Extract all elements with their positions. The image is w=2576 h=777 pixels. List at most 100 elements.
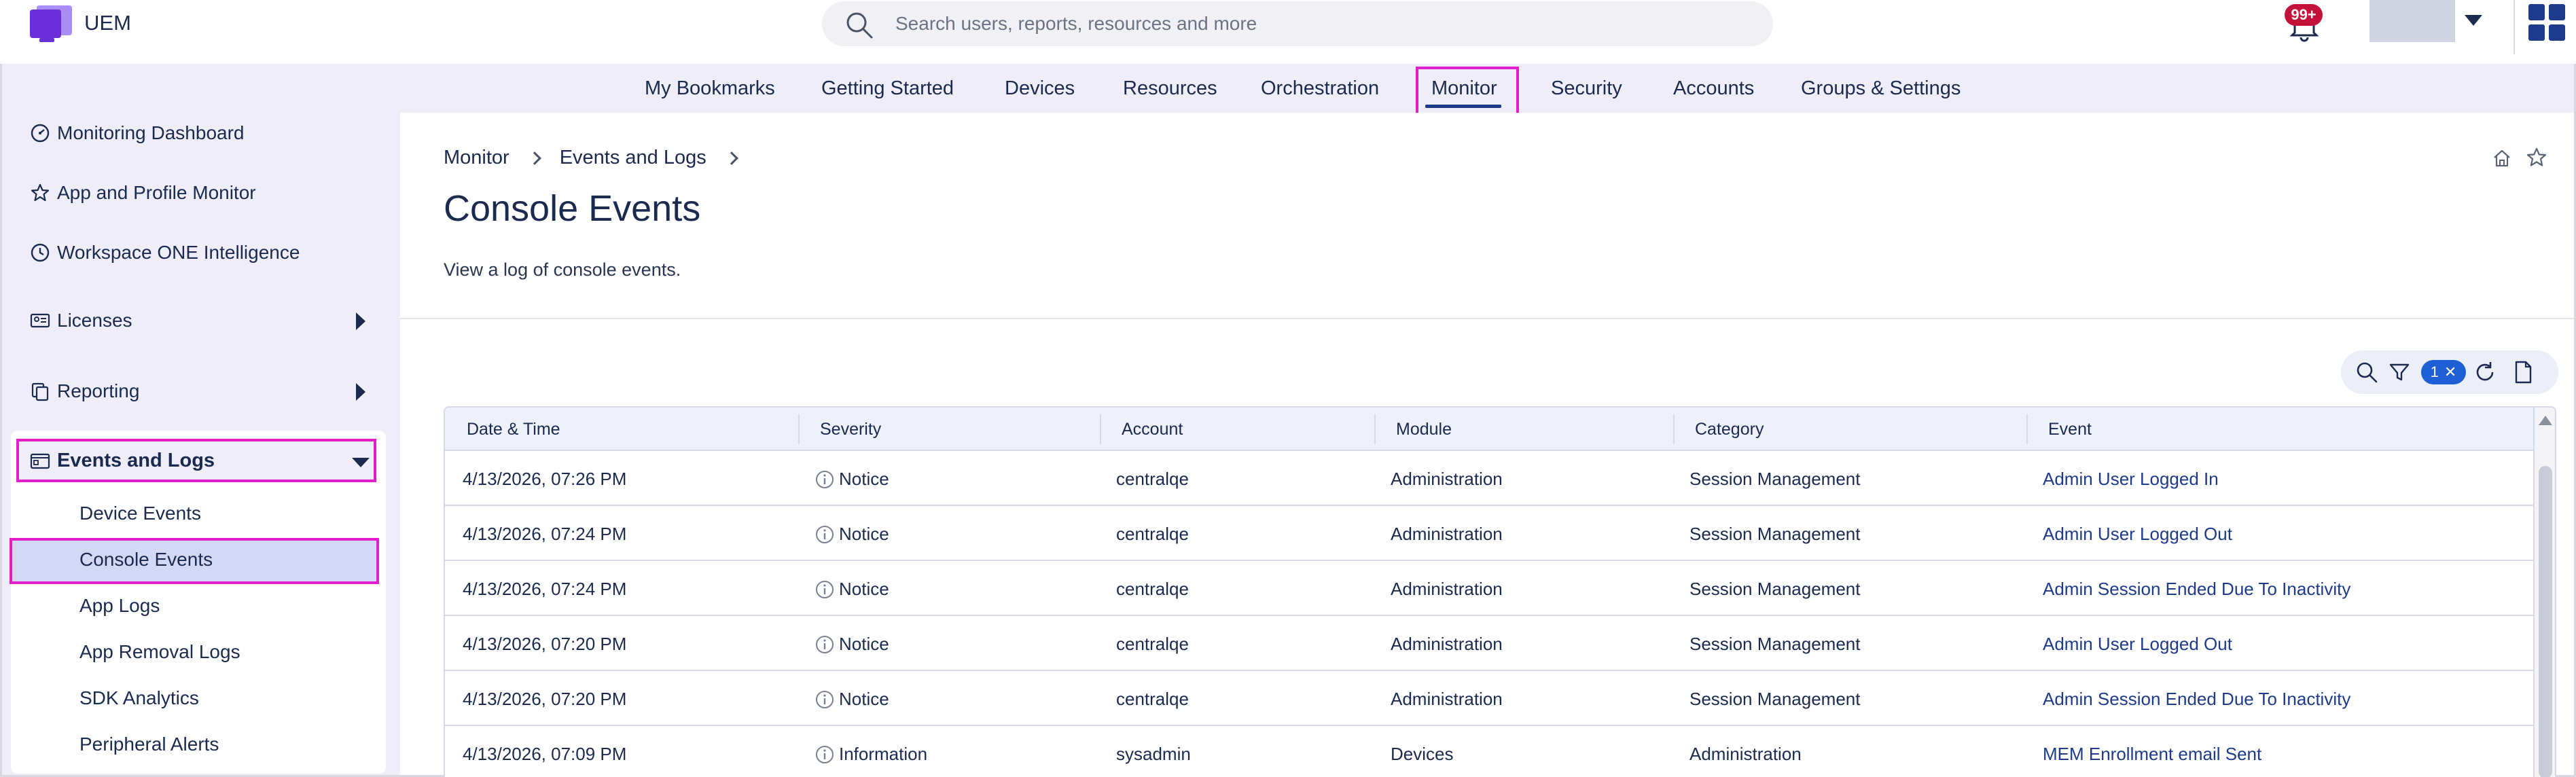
cell-module: Administration [1391, 524, 1503, 544]
active-filter-chip[interactable]: 1 ✕ [2421, 360, 2466, 384]
clock-icon [31, 243, 50, 262]
sidebar-item-label: Licenses [57, 310, 132, 331]
table-row[interactable]: 4/13/2026, 07:09 PM Information sysadmin… [445, 726, 2533, 777]
cell-event-link[interactable]: Admin User Logged Out [2043, 524, 2232, 545]
cell-severity: Notice [815, 579, 889, 600]
sidebar-sub-app-removal-logs[interactable]: App Removal Logs [79, 641, 240, 663]
nav-getting-started[interactable]: Getting Started [821, 77, 954, 100]
table-row[interactable]: 4/13/2026, 07:26 PM Notice centralqe Adm… [445, 451, 2533, 506]
cell-event-link[interactable]: Admin Session Ended Due To Inactivity [2043, 689, 2350, 710]
cell-account: centralqe [1116, 579, 1189, 599]
breadcrumb-monitor[interactable]: Monitor [444, 147, 509, 169]
cell-datetime: 4/13/2026, 07:24 PM [463, 524, 627, 544]
sidebar-sub-console-events[interactable]: Console Events [79, 549, 213, 571]
table-row[interactable]: 4/13/2026, 07:24 PM Notice centralqe Adm… [445, 561, 2533, 616]
cell-module: Devices [1391, 744, 1454, 764]
bookmark-star-icon[interactable] [2526, 147, 2547, 168]
sidebar-item-monitoring-dashboard[interactable]: Monitoring Dashboard [30, 122, 245, 144]
cell-datetime: 4/13/2026, 07:24 PM [463, 579, 627, 599]
sidebar-item-reporting[interactable]: Reporting [30, 380, 139, 402]
app-switcher-icon[interactable] [2528, 4, 2565, 41]
table-row[interactable]: 4/13/2026, 07:20 PM Notice centralqe Adm… [445, 671, 2533, 726]
sidebar-group-events-and-logs[interactable]: Events and Logs [30, 450, 215, 472]
cell-account: centralqe [1116, 689, 1189, 709]
sidebar-item-label: App and Profile Monitor [57, 182, 256, 203]
column-header-severity[interactable]: Severity [820, 420, 881, 439]
info-icon [816, 635, 834, 653]
sidebar-sub-device-events[interactable]: Device Events [79, 503, 201, 524]
nav-devices[interactable]: Devices [1005, 77, 1075, 100]
nav-accounts[interactable]: Accounts [1673, 77, 1754, 100]
scrollbar-thumb[interactable] [2539, 466, 2552, 777]
search-icon [846, 12, 873, 39]
console-events-table: Date & Time Severity Account Module Cate… [444, 406, 2556, 777]
refresh-icon[interactable] [2473, 360, 2497, 384]
cell-category: Administration [1689, 744, 1802, 764]
info-icon [816, 580, 834, 598]
cell-category: Session Management [1689, 469, 1861, 489]
column-header-event[interactable]: Event [2048, 420, 2092, 439]
cell-module: Administration [1391, 469, 1503, 489]
cell-account: centralqe [1116, 634, 1189, 654]
column-resize-handle[interactable] [798, 414, 800, 444]
column-header-account[interactable]: Account [1122, 420, 1183, 439]
scroll-up-icon[interactable] [2539, 416, 2552, 425]
export-file-icon[interactable] [2511, 360, 2535, 384]
close-icon[interactable]: ✕ [2444, 363, 2456, 381]
cell-datetime: 4/13/2026, 07:20 PM [463, 634, 627, 654]
id-card-icon [30, 313, 50, 328]
cell-event-link[interactable]: Admin User Logged Out [2043, 634, 2232, 655]
nav-my-bookmarks[interactable]: My Bookmarks [645, 77, 775, 100]
column-resize-handle[interactable] [1374, 414, 1376, 444]
sidebar-sub-app-logs[interactable]: App Logs [79, 595, 160, 617]
cell-category: Session Management [1689, 634, 1861, 654]
nav-orchestration[interactable]: Orchestration [1261, 77, 1379, 100]
chevron-down-icon[interactable] [352, 458, 370, 467]
sidebar-item-label: Reporting [57, 380, 140, 401]
cell-severity: Notice [815, 634, 889, 655]
window-icon [30, 453, 50, 469]
cell-event-link[interactable]: MEM Enrollment email Sent [2043, 744, 2261, 765]
divider [400, 318, 2574, 319]
notification-badge: 99+ [2285, 4, 2323, 26]
cell-severity: Notice [815, 689, 889, 710]
table-row[interactable]: 4/13/2026, 07:20 PM Notice centralqe Adm… [445, 616, 2533, 671]
filter-icon[interactable] [2387, 360, 2412, 384]
column-resize-handle[interactable] [1673, 414, 1675, 444]
cell-datetime: 4/13/2026, 07:09 PM [463, 744, 627, 764]
table-scrollbar[interactable] [2533, 408, 2555, 777]
column-resize-handle[interactable] [1100, 414, 1101, 444]
chevron-right-icon[interactable] [356, 312, 365, 330]
table-header: Date & Time Severity Account Module Cate… [445, 408, 2533, 451]
sidebar-item-licenses[interactable]: Licenses [30, 310, 132, 331]
sidebar-sub-peripheral-alerts[interactable]: Peripheral Alerts [79, 734, 219, 755]
chevron-right-icon[interactable] [356, 383, 365, 401]
user-avatar[interactable] [2369, 0, 2455, 42]
nav-groups-settings[interactable]: Groups & Settings [1801, 77, 1961, 100]
nav-security[interactable]: Security [1551, 77, 1622, 100]
column-resize-handle[interactable] [2026, 414, 2028, 444]
sidebar-sub-sdk-analytics[interactable]: SDK Analytics [79, 687, 199, 709]
nav-resources[interactable]: Resources [1123, 77, 1217, 100]
breadcrumb-events-and-logs[interactable]: Events and Logs [560, 147, 706, 169]
cell-account: centralqe [1116, 524, 1189, 544]
gauge-icon [31, 124, 50, 143]
chevron-down-icon[interactable] [2465, 15, 2482, 26]
home-icon[interactable] [2492, 148, 2512, 168]
cell-severity: Notice [815, 524, 889, 545]
chevron-right-icon [724, 151, 738, 165]
cell-account: sysadmin [1116, 744, 1191, 764]
column-header-module[interactable]: Module [1396, 420, 1452, 439]
table-row[interactable]: 4/13/2026, 07:24 PM Notice centralqe Adm… [445, 506, 2533, 561]
sidebar-item-workspace-one-intelligence[interactable]: Workspace ONE Intelligence [30, 242, 300, 264]
column-header-category[interactable]: Category [1695, 420, 1764, 439]
sidebar-item-app-profile-monitor[interactable]: App and Profile Monitor [30, 182, 256, 204]
search-icon[interactable] [2355, 360, 2379, 384]
cell-datetime: 4/13/2026, 07:26 PM [463, 469, 627, 489]
global-search-input[interactable]: Search users, reports, resources and mor… [822, 1, 1773, 46]
column-header-date-time[interactable]: Date & Time [467, 420, 560, 439]
cell-event-link[interactable]: Admin Session Ended Due To Inactivity [2043, 579, 2350, 600]
uem-logo[interactable] [30, 5, 73, 42]
cell-event-link[interactable]: Admin User Logged In [2043, 469, 2219, 490]
search-placeholder: Search users, reports, resources and mor… [895, 13, 1257, 34]
